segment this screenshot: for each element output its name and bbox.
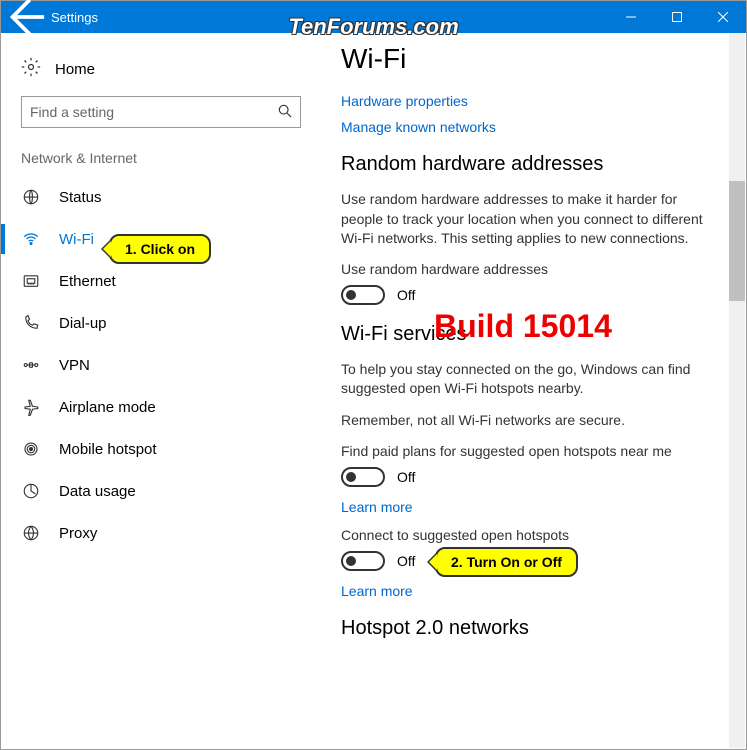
close-button[interactable]	[700, 1, 746, 33]
learn-more-link-1[interactable]: Learn more	[341, 499, 706, 515]
search-input[interactable]: Find a setting	[21, 96, 301, 128]
paid-plans-label: Find paid plans for suggested open hotsp…	[341, 443, 706, 459]
sidebar-item-hotspot[interactable]: Mobile hotspot	[1, 428, 321, 470]
home-button[interactable]: Home	[1, 49, 321, 96]
sidebar-item-status[interactable]: Status	[1, 176, 321, 218]
data-icon	[21, 482, 41, 500]
annotation-callout-1: 1. Click on	[109, 234, 211, 264]
sidebar-item-dialup[interactable]: Dial-up	[1, 302, 321, 344]
scrollbar-track[interactable]	[729, 33, 745, 748]
status-icon	[21, 188, 41, 206]
random-hw-heading: Random hardware addresses	[341, 153, 706, 176]
connect-hotspots-label: Connect to suggested open hotspots	[341, 527, 706, 543]
wifi-icon	[21, 230, 41, 248]
home-label: Home	[55, 61, 95, 78]
vpn-icon	[21, 356, 41, 374]
wifi-services-heading: Wi-Fi services	[341, 323, 706, 346]
random-hw-desc: Use random hardware addresses to make it…	[341, 190, 706, 249]
sidebar-item-airplane[interactable]: Airplane mode	[1, 386, 321, 428]
ethernet-icon	[21, 272, 41, 290]
random-hw-toggle[interactable]	[341, 285, 385, 305]
phone-icon	[21, 314, 41, 332]
annotation-callout-2: 2. Turn On or Off	[435, 547, 578, 577]
sidebar-item-proxy[interactable]: Proxy	[1, 512, 321, 554]
minimize-button[interactable]	[608, 1, 654, 33]
paid-plans-toggle[interactable]	[341, 467, 385, 487]
connect-hotspots-toggle[interactable]	[341, 551, 385, 571]
titlebar: Settings	[1, 1, 746, 33]
learn-more-link-2[interactable]: Learn more	[341, 583, 706, 599]
airplane-icon	[21, 398, 41, 416]
paid-plans-state: Off	[397, 469, 415, 485]
random-hw-label: Use random hardware addresses	[341, 261, 706, 277]
sidebar-item-datausage[interactable]: Data usage	[1, 470, 321, 512]
manage-known-networks-link[interactable]: Manage known networks	[341, 119, 706, 135]
back-button[interactable]	[1, 1, 47, 33]
window-title: Settings	[51, 10, 98, 25]
scrollbar-thumb[interactable]	[729, 181, 745, 301]
search-icon	[278, 104, 292, 121]
page-title: Wi-Fi	[341, 43, 706, 75]
random-hw-state: Off	[397, 287, 415, 303]
services-desc1: To help you stay connected on the go, Wi…	[341, 360, 706, 399]
services-desc2: Remember, not all Wi-Fi networks are sec…	[341, 411, 706, 431]
category-label: Network & Internet	[1, 146, 321, 176]
hotspot2-heading: Hotspot 2.0 networks	[341, 617, 706, 640]
sidebar-item-ethernet[interactable]: Ethernet	[1, 260, 321, 302]
maximize-button[interactable]	[654, 1, 700, 33]
hotspot-icon	[21, 440, 41, 458]
gear-icon	[21, 57, 41, 82]
main-content: Wi-Fi Hardware properties Manage known n…	[321, 33, 746, 749]
hardware-properties-link[interactable]: Hardware properties	[341, 93, 706, 109]
sidebar-item-vpn[interactable]: VPN	[1, 344, 321, 386]
connect-hotspots-state: Off	[397, 553, 415, 569]
sidebar: Home Find a setting Network & Internet S…	[1, 33, 321, 749]
search-placeholder: Find a setting	[30, 104, 114, 120]
proxy-icon	[21, 524, 41, 542]
